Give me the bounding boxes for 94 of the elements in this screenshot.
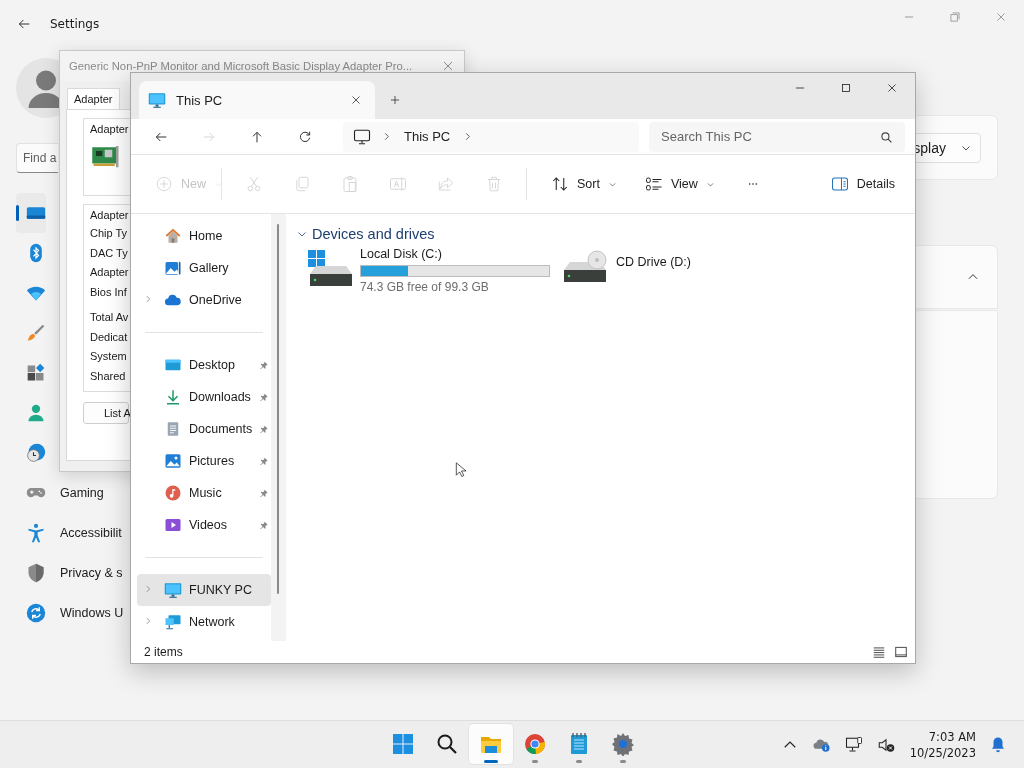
field-label: Adapter: [90, 265, 129, 280]
selection-indicator: [16, 205, 19, 221]
view-button[interactable]: View: [638, 168, 721, 200]
shield-icon: [26, 563, 46, 583]
item-count: 2 items: [144, 645, 183, 659]
download-icon: [164, 388, 182, 406]
person-icon: [26, 403, 46, 423]
globe-clock-icon: [26, 443, 46, 463]
nav-item[interactable]: Documents: [137, 413, 271, 445]
browser-icon: [523, 732, 547, 756]
monitor-icon: [148, 91, 166, 109]
field-label: Dedicat: [90, 329, 128, 345]
tiles-view-icon: [894, 645, 908, 659]
nav-item[interactable]: Network: [137, 606, 271, 638]
house-icon: [164, 227, 182, 245]
monitor-icon: [164, 581, 182, 599]
free-space-text: 74.3 GB free of 99.3 GB: [360, 280, 490, 294]
field-label: Total Av: [90, 310, 129, 325]
details-button[interactable]: Details: [824, 168, 901, 200]
nav-item[interactable]: OneDrive: [137, 284, 271, 316]
window-title: Settings: [50, 17, 100, 31]
address-bar[interactable]: This PC: [343, 121, 639, 152]
nav-item[interactable]: Gaming: [16, 473, 104, 513]
network-status-icon: [844, 735, 863, 754]
nav-item[interactable]: Accessibilit: [16, 513, 122, 553]
drive-name: Local Disk (C:): [360, 246, 443, 262]
maximize-icon: [839, 81, 853, 95]
nav-item[interactable]: Gallery: [137, 252, 271, 284]
search-field[interactable]: Search This PC: [649, 121, 905, 152]
list-view-icon: [872, 645, 886, 659]
running-indicator: [576, 760, 582, 763]
list-button[interactable]: List A: [83, 402, 129, 424]
drive-item[interactable]: CD Drive (D:): [564, 246, 691, 296]
video-icon: [164, 516, 182, 534]
restore-icon: [948, 10, 962, 24]
nav-item[interactable]: Desktop: [137, 349, 271, 381]
nav-item[interactable]: Music: [137, 477, 271, 509]
running-indicator: [532, 760, 538, 763]
field-label: Bios Inf: [90, 284, 127, 300]
pin-icon: [257, 423, 269, 435]
running-indicator: [484, 760, 498, 763]
field-label: DAC Ty: [90, 245, 128, 261]
nav-item[interactable]: [16, 193, 46, 233]
chevron-right-icon: [143, 616, 153, 626]
pictures-icon: [164, 452, 182, 470]
plus-icon: [388, 93, 402, 107]
bell-icon: [989, 735, 1007, 754]
hard-drive-icon: [308, 250, 354, 286]
drive-item[interactable]: Local Disk (C:) 74.3 GB free of 99.3 GB: [308, 246, 550, 296]
details-view-button[interactable]: [871, 644, 887, 660]
group-label: Adapter: [90, 122, 129, 137]
nav-item[interactable]: Windows U: [16, 593, 124, 633]
pin-icon: [257, 519, 269, 531]
windows-logo-icon: [391, 732, 415, 756]
field-label: Shared: [90, 368, 126, 384]
tab[interactable]: This PC: [139, 81, 375, 119]
scrollbar[interactable]: [270, 214, 286, 641]
search-icon: [880, 130, 893, 144]
nav-item[interactable]: Home: [137, 220, 271, 252]
drive-name: CD Drive (D:): [616, 254, 691, 270]
clock[interactable]: 7:03 AM 10/25/2023: [901, 728, 982, 761]
breadcrumb[interactable]: This PC: [402, 129, 453, 144]
pin-icon: [257, 359, 269, 371]
gear-icon: [611, 732, 635, 756]
tiles-view-button[interactable]: [893, 644, 909, 660]
nav-item[interactable]: Videos: [137, 509, 271, 541]
sync-icon: [26, 603, 46, 623]
chevron-right-icon: [143, 294, 153, 304]
nav-item[interactable]: Pictures: [137, 445, 271, 477]
window-title: Generic Non-PnP Monitor and Microsoft Basic Display Adapter Pro...: [69, 60, 413, 72]
pin-icon: [257, 391, 269, 403]
field-label: System: [90, 349, 127, 364]
field-label: Chip Ty: [90, 226, 128, 241]
group-header[interactable]: Devices and drives: [296, 224, 435, 244]
network-icon: [164, 613, 182, 631]
gallery-icon: [164, 259, 182, 277]
nav-item[interactable]: Privacy & s: [16, 553, 123, 593]
mouse-pointer-icon: [455, 461, 468, 479]
nav-item[interactable]: Downloads: [137, 381, 271, 413]
running-indicator: [620, 760, 626, 763]
pin-icon: [257, 487, 269, 499]
monitor-icon: [353, 127, 371, 146]
search-icon: [435, 732, 459, 756]
accessibility-icon: [26, 523, 46, 543]
nav-item[interactable]: FUNKY PC: [137, 574, 271, 606]
sort-button[interactable]: Sort: [545, 168, 623, 200]
pin-icon: [257, 455, 269, 467]
music-icon: [164, 484, 182, 502]
group-label: Adapter: [90, 208, 129, 223]
search-field[interactable]: Find a: [16, 143, 58, 173]
apps-icon: [26, 363, 46, 383]
paintbrush-icon: [26, 323, 46, 343]
chevron-right-icon: [143, 584, 153, 594]
tab[interactable]: Adapter: [67, 88, 120, 109]
